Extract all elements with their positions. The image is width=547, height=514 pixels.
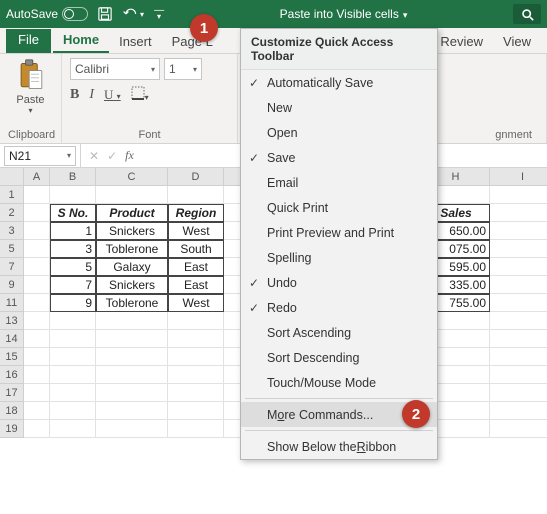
row-header[interactable]: 7	[0, 258, 24, 276]
menu-separator	[245, 430, 433, 431]
menu-separator	[245, 398, 433, 399]
borders-icon	[131, 86, 145, 100]
autosave-control[interactable]: AutoSave	[6, 7, 88, 21]
tab-home[interactable]: Home	[53, 28, 109, 53]
row-header[interactable]: 18	[0, 402, 24, 420]
select-all-corner[interactable]	[0, 168, 24, 186]
row-header[interactable]: 3	[0, 222, 24, 240]
qat-item-touch-mouse[interactable]: Touch/Mouse Mode	[241, 370, 437, 395]
qat-item-show-below[interactable]: Show Below the Ribbon	[241, 434, 437, 459]
row-header[interactable]: 13	[0, 312, 24, 330]
qat-item-sort-asc[interactable]: Sort Ascending	[241, 320, 437, 345]
group-font: Calibri▾ 1▾ B I U ▾ ▾ Font	[62, 54, 238, 143]
qat-item-open[interactable]: Open	[241, 120, 437, 145]
confirm-entry-icon[interactable]: ✓	[107, 149, 117, 163]
save-icon[interactable]	[98, 7, 112, 21]
qat-item-save[interactable]: Save	[241, 145, 437, 170]
qat-item-autosave[interactable]: Automatically Save	[241, 70, 437, 95]
paste-icon	[16, 58, 46, 94]
group-label-font: Font	[70, 127, 229, 141]
undo-icon[interactable]: ▾	[122, 7, 144, 21]
qat-item-print-preview[interactable]: Print Preview and Print	[241, 220, 437, 245]
autosave-toggle-icon[interactable]	[62, 7, 88, 21]
row-header[interactable]: 17	[0, 384, 24, 402]
callout-badge-1: 1	[190, 14, 218, 42]
paste-button[interactable]: Paste ▾	[8, 58, 53, 115]
name-box[interactable]: N21▾	[4, 146, 76, 166]
underline-button[interactable]: U ▾	[104, 87, 121, 103]
window-title: Paste into Visible cells▾	[174, 7, 513, 21]
bold-button[interactable]: B	[70, 87, 79, 103]
tab-insert[interactable]: Insert	[109, 30, 162, 53]
row-header[interactable]: 19	[0, 420, 24, 438]
qat-item-quick-print[interactable]: Quick Print	[241, 195, 437, 220]
qat-item-spelling[interactable]: Spelling	[241, 245, 437, 270]
titlebar: AutoSave ▾ —▾ Paste into Visible cells▾	[0, 0, 547, 28]
row-header[interactable]: 1	[0, 186, 24, 204]
qat-menu-title: Customize Quick Access Toolbar	[241, 29, 437, 70]
table-header-region[interactable]: Region	[168, 204, 224, 222]
col-header[interactable]: C	[96, 168, 168, 186]
col-header[interactable]: I	[490, 168, 547, 186]
group-label-clipboard: Clipboard	[8, 127, 53, 141]
qat-item-email[interactable]: Email	[241, 170, 437, 195]
font-name-select[interactable]: Calibri▾	[70, 58, 160, 80]
row-header[interactable]: 16	[0, 366, 24, 384]
search-icon	[521, 8, 534, 21]
fx-icon[interactable]: fx	[125, 148, 134, 163]
row-header[interactable]: 5	[0, 240, 24, 258]
row-header[interactable]: 9	[0, 276, 24, 294]
row-header[interactable]: 11	[0, 294, 24, 312]
row-header[interactable]: 15	[0, 348, 24, 366]
callout-badge-2: 2	[402, 400, 430, 428]
italic-button[interactable]: I	[89, 87, 94, 103]
group-clipboard: Paste ▾ Clipboard	[0, 54, 62, 143]
customize-qat-menu: Customize Quick Access Toolbar Automatic…	[240, 28, 438, 460]
qat-item-redo[interactable]: Redo	[241, 295, 437, 320]
cancel-entry-icon[interactable]: ✕	[89, 149, 99, 163]
table-header-product[interactable]: Product	[96, 204, 168, 222]
col-header[interactable]: B	[50, 168, 96, 186]
autosave-label: AutoSave	[6, 7, 58, 21]
row-header[interactable]: 2	[0, 204, 24, 222]
qat-item-new[interactable]: New	[241, 95, 437, 120]
table-header-sno[interactable]: S No.	[50, 204, 96, 222]
qat-item-undo[interactable]: Undo	[241, 270, 437, 295]
row-header[interactable]: 14	[0, 330, 24, 348]
tab-review[interactable]: Review	[430, 30, 493, 53]
tab-file[interactable]: File	[6, 29, 51, 53]
search-button[interactable]	[513, 4, 541, 24]
qat-item-sort-desc[interactable]: Sort Descending	[241, 345, 437, 370]
col-header[interactable]: A	[24, 168, 50, 186]
col-header[interactable]: D	[168, 168, 224, 186]
font-size-select[interactable]: 1▾	[164, 58, 202, 80]
borders-button[interactable]: ▾	[131, 86, 149, 104]
customize-qat-dropdown[interactable]: —▾	[154, 8, 164, 20]
tab-view[interactable]: View	[493, 30, 541, 53]
